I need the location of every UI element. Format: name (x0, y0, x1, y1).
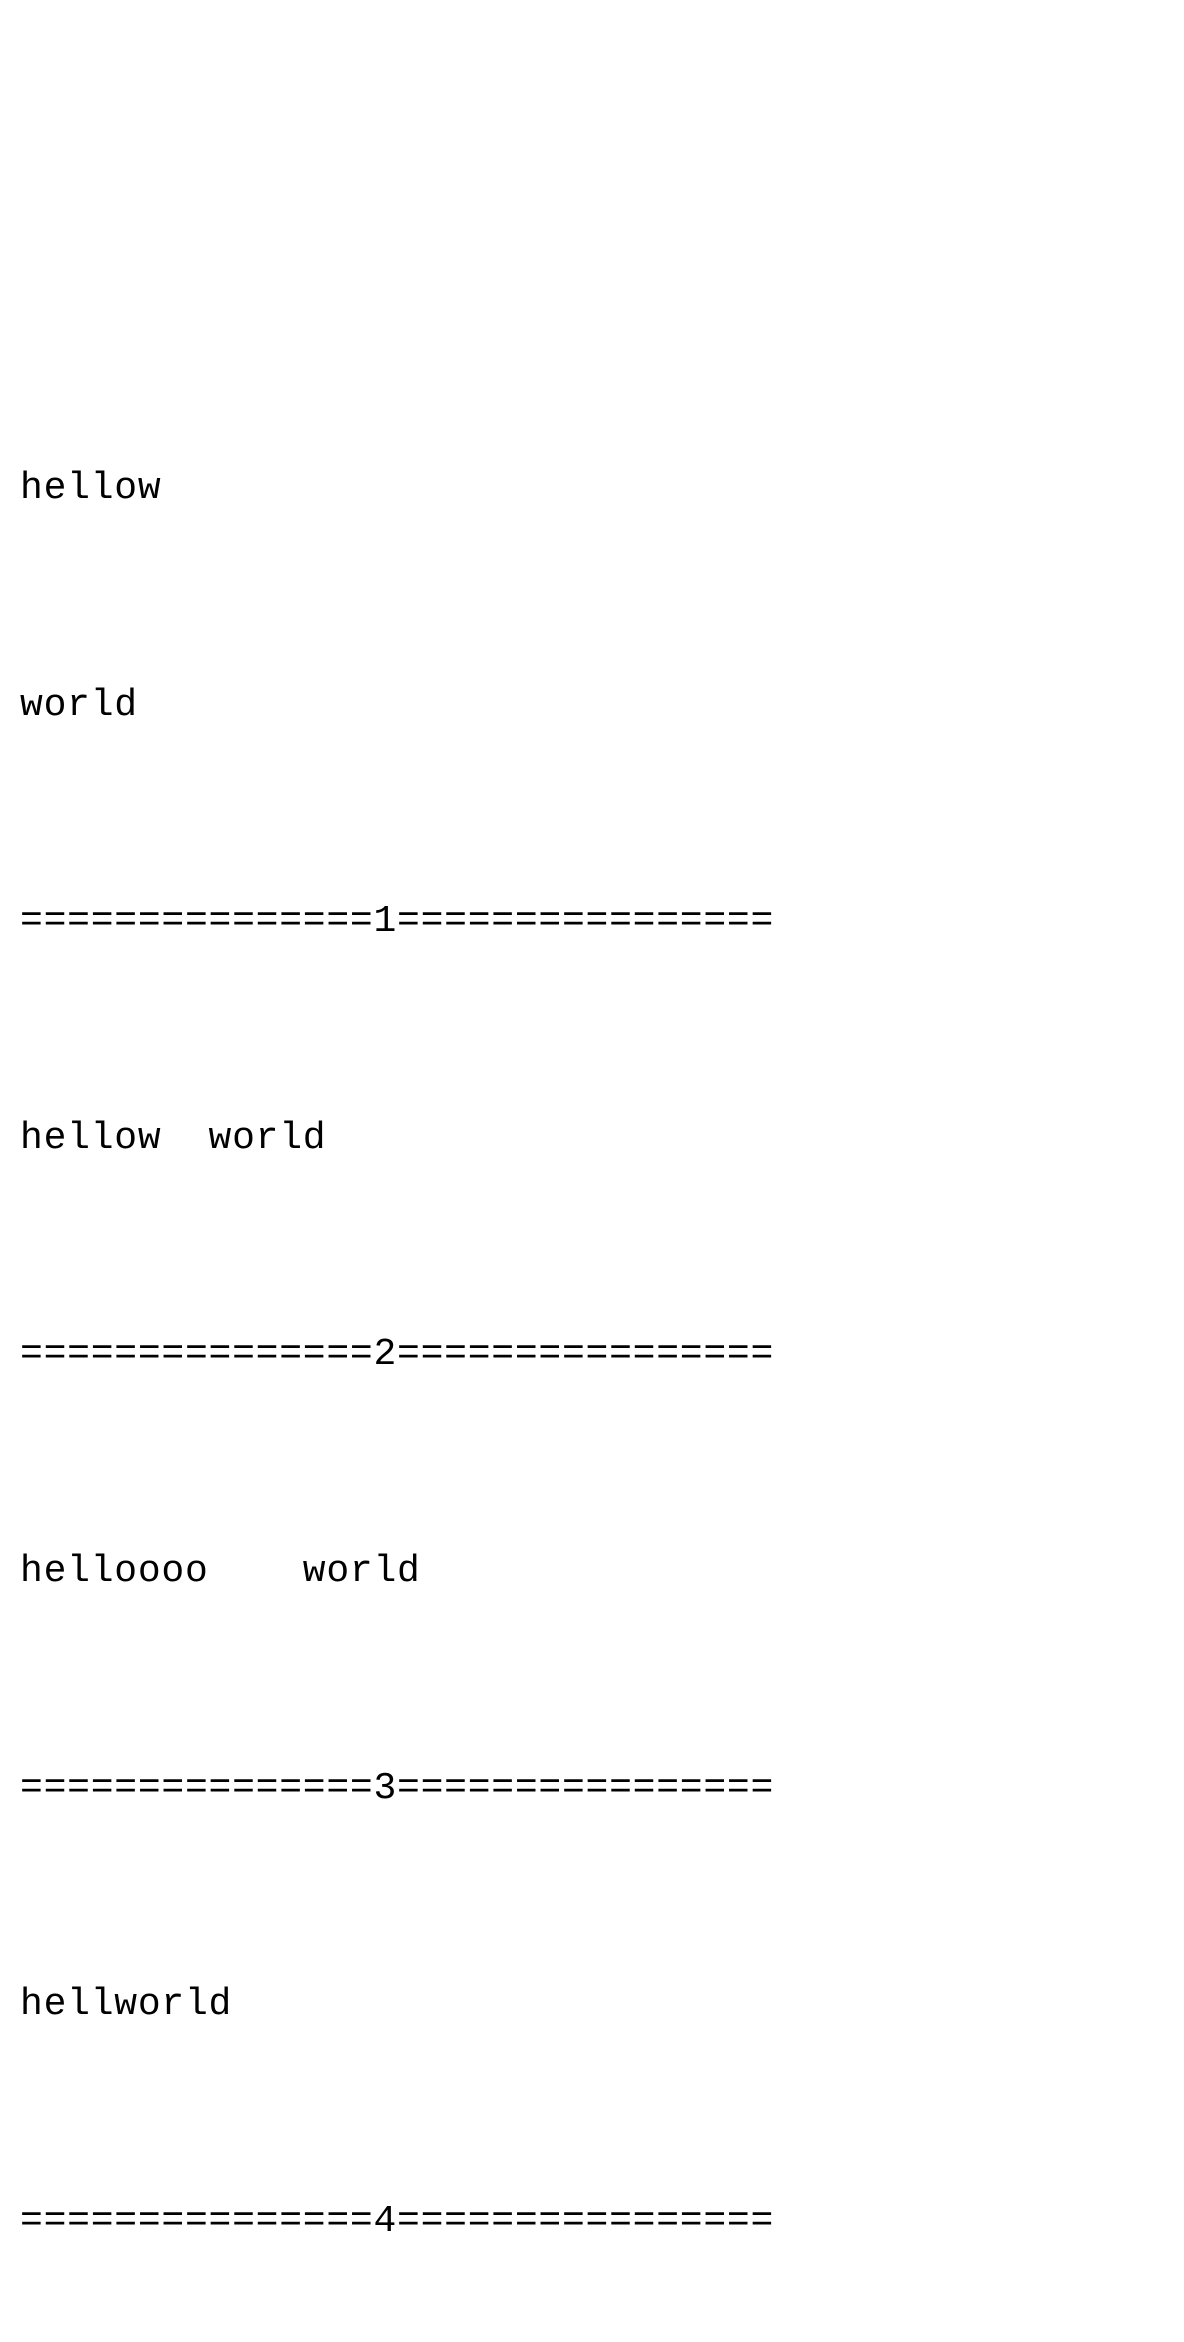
output-line-1: hellow (20, 453, 1164, 525)
output-separator-4: ===============4================ (20, 2186, 1164, 2258)
output-line-4: helloooo world (20, 1536, 1164, 1608)
output-line-3: hellow world (20, 1103, 1164, 1175)
output-separator-2: ===============2================ (20, 1319, 1164, 1391)
output-line-5: hellworld (20, 1969, 1164, 2041)
output-line-2: world (20, 670, 1164, 742)
output-separator-1: ===============1================ (20, 886, 1164, 958)
console-output: hellow world ===============1===========… (20, 309, 1164, 2342)
output-separator-3: ===============3================ (20, 1753, 1164, 1825)
